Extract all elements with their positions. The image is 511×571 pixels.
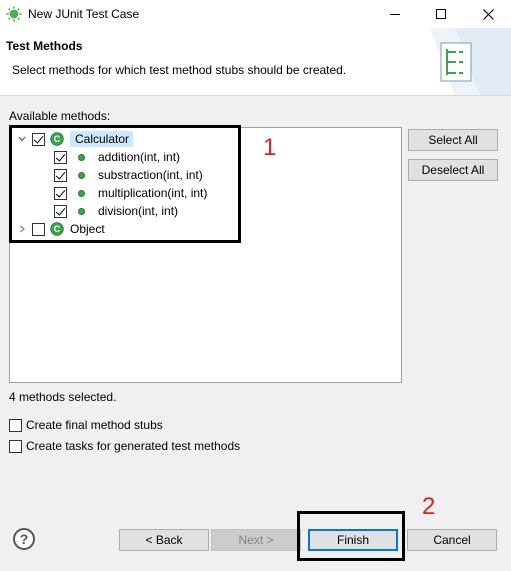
checkbox-create-tasks[interactable]	[9, 439, 22, 453]
close-button[interactable]	[465, 0, 511, 28]
annotation-box-1	[9, 125, 241, 243]
annotation-number-2: 2	[422, 493, 436, 520]
option-create-tasks[interactable]: Create tasks for generated test methods	[9, 439, 240, 453]
select-all-button[interactable]: Select All	[408, 129, 498, 151]
maximize-button[interactable]	[418, 0, 464, 28]
cancel-button[interactable]: Cancel	[407, 529, 497, 551]
annotation-box-2	[297, 511, 405, 561]
page-description: Select methods for which test method stu…	[12, 63, 347, 77]
window-title: New JUnit Test Case	[28, 7, 140, 21]
help-icon[interactable]: ?	[13, 528, 35, 550]
title-bar: New JUnit Test Case	[0, 0, 511, 28]
back-button[interactable]: < Back	[119, 529, 209, 551]
minimize-button[interactable]	[372, 0, 418, 28]
close-icon	[482, 8, 494, 20]
deselect-all-button[interactable]: Deselect All	[408, 159, 498, 181]
eclipse-sun-icon	[6, 6, 22, 22]
maximize-icon	[436, 9, 446, 19]
checkbox-final-stubs[interactable]	[9, 418, 22, 432]
available-methods-label: Available methods:	[9, 109, 111, 123]
page-title: Test Methods	[6, 39, 83, 53]
option-label: Create final method stubs	[26, 418, 163, 432]
wizard-header: Test Methods Select methods for which te…	[0, 28, 511, 96]
minimize-icon	[390, 13, 400, 15]
option-label: Create tasks for generated test methods	[26, 439, 241, 453]
annotation-number-1: 1	[263, 134, 277, 161]
wizard-banner-icon	[430, 28, 511, 95]
option-final-stubs[interactable]: Create final method stubs	[9, 418, 163, 432]
selection-status: 4 methods selected.	[9, 390, 117, 404]
next-button: Next >	[211, 529, 301, 551]
